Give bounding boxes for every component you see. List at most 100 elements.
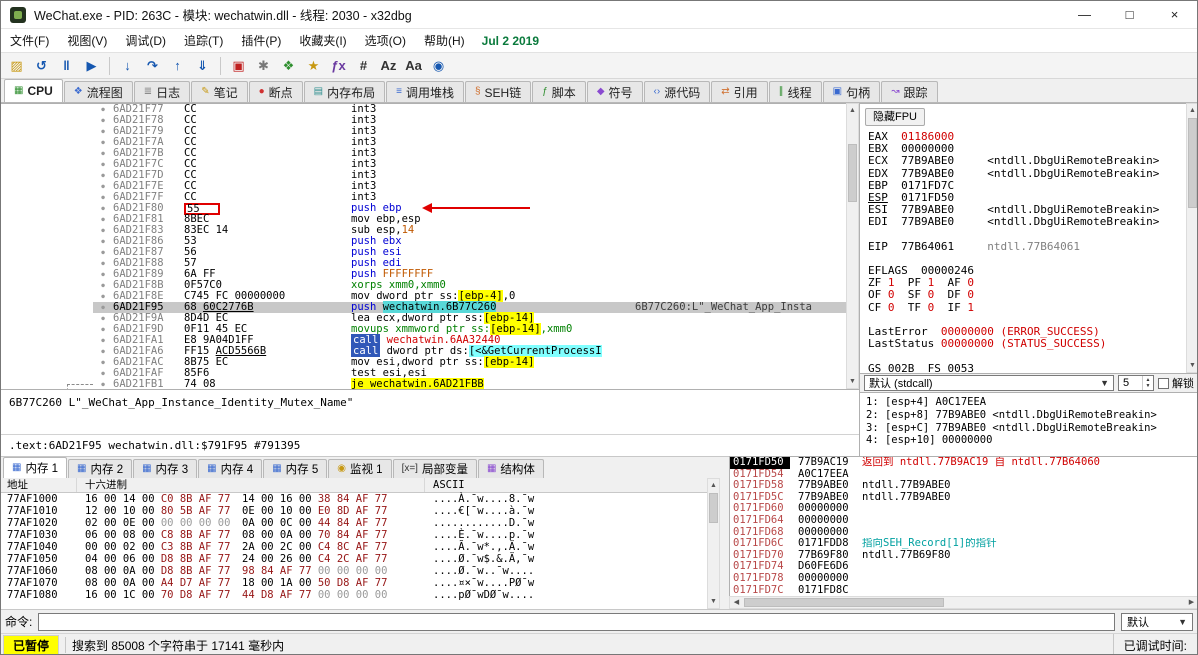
menu-debug[interactable]: 调试(D) xyxy=(116,29,175,52)
breakpoint-dot[interactable]: ● xyxy=(93,313,113,324)
dump-row[interactable]: 77AF1000 16 00 14 00 C0 8B AF 77 14 00 16 … xyxy=(1,493,707,505)
pause-button[interactable]: ‖ xyxy=(55,55,78,77)
command-input[interactable] xyxy=(38,612,1115,631)
dump-header-address[interactable]: 地址 xyxy=(1,478,77,492)
scroll-up-icon[interactable]: ▲ xyxy=(708,479,719,492)
disasm-scrollbar[interactable]: ▲ ▼ xyxy=(846,103,859,389)
breakpoint-dot[interactable]: ● xyxy=(93,181,113,192)
tab-graph[interactable]: ❖ 流程图 xyxy=(63,81,133,102)
scroll-thumb[interactable] xyxy=(744,598,944,607)
stack-row[interactable]: 0171FD64 00000000 xyxy=(730,514,1197,527)
favourites-button[interactable]: ★ xyxy=(302,55,325,77)
breakpoint-dot[interactable]: ● xyxy=(93,335,113,346)
tab-dump-3[interactable]: ▦ 内存 3 xyxy=(133,459,198,478)
dump-row[interactable]: 77AF1010 12 00 10 00 80 5B AF 77 0E 00 10 … xyxy=(1,505,707,517)
scroll-up-icon[interactable]: ▲ xyxy=(847,104,858,117)
tab-dump-5[interactable]: ▦ 内存 5 xyxy=(263,459,328,478)
dump-row[interactable]: 77AF1060 08 00 0A 00 D8 8B AF 77 98 84 AF … xyxy=(1,565,707,577)
scroll-thumb[interactable] xyxy=(1188,118,1197,208)
settings-button[interactable]: ✱ xyxy=(252,55,275,77)
breakpoint-dot[interactable]: ● xyxy=(93,368,113,379)
stack-row[interactable]: 0171FD50 77B9AC19 返回到 ntdll.77B9AC19 自 ntd… xyxy=(730,457,1197,469)
breakpoint-dot[interactable]: ● xyxy=(93,170,113,181)
registers-scrollbar[interactable]: ▲ ▼ xyxy=(1186,103,1197,373)
register-line[interactable]: EDI 77B9ABE0 <ntdll.DbgUiRemoteBreakin> xyxy=(868,216,1159,228)
hide-fpu-button[interactable]: 隐藏FPU xyxy=(865,108,925,126)
step-out-button[interactable]: ↑ xyxy=(166,55,189,77)
menu-options[interactable]: 选项(O) xyxy=(356,29,415,52)
menu-help[interactable]: 帮助(H) xyxy=(415,29,474,52)
scroll-right-icon[interactable]: ▶ xyxy=(1185,597,1197,608)
tab-memmap[interactable]: ▤ 内存布局 xyxy=(303,81,386,102)
scroll-left-icon[interactable]: ◀ xyxy=(730,597,743,608)
script-fx-button[interactable]: ƒx xyxy=(327,55,350,77)
breakpoint-dot[interactable]: ● xyxy=(93,258,113,269)
checkbox-icon[interactable] xyxy=(1158,377,1169,389)
register-line[interactable]: GS 002B FS 0053 xyxy=(868,362,1159,373)
spinner-arrows-icon[interactable]: ▲ ▼ xyxy=(1142,376,1153,390)
tab-dump-4[interactable]: ▦ 内存 4 xyxy=(198,459,263,478)
stack-row[interactable]: 0171FD6C 0171FDD8 指向SEH_Record[1]的指针 xyxy=(730,538,1197,550)
dump-row[interactable]: 77AF1030 06 00 08 00 C8 8B AF 77 08 00 0A … xyxy=(1,529,707,541)
arg-count-spinner[interactable]: 5 ▲ ▼ xyxy=(1118,375,1154,391)
dump-header-ascii[interactable]: ASCII xyxy=(425,478,707,492)
breakpoint-dot[interactable]: ● xyxy=(93,291,113,302)
register-line[interactable]: EIP 77B64061 ntdll.77B64061 xyxy=(868,240,1159,253)
strings-az-button[interactable]: Az xyxy=(377,55,400,77)
memory-browse-button[interactable]: ◉ xyxy=(427,55,450,77)
disasm-address[interactable]: 6AD21FB1 xyxy=(113,379,175,390)
font-button[interactable]: Aa xyxy=(402,55,425,77)
breakpoint-dot[interactable]: ● xyxy=(93,247,113,258)
tab-script[interactable]: ƒ 脚本 xyxy=(532,81,586,102)
stack-row[interactable]: 0171FD7C 0171FD8C xyxy=(730,584,1197,596)
register-line[interactable]: LastStatus 00000000 (STATUS_SUCCESS) xyxy=(868,338,1159,350)
breakpoint-dot[interactable]: ● xyxy=(93,115,113,126)
scroll-down-icon[interactable]: ▼ xyxy=(708,595,719,608)
scylla-button[interactable]: ▣ xyxy=(227,55,250,77)
run-button[interactable]: ▶ xyxy=(80,55,103,77)
calling-convention-select[interactable]: 默认 (stdcall) ▼ xyxy=(864,375,1114,391)
scroll-thumb[interactable] xyxy=(848,144,857,202)
breakpoint-dot[interactable]: ● xyxy=(93,214,113,225)
breakpoint-dot[interactable]: ● xyxy=(93,203,113,214)
register-line[interactable]: CF 0 TF 0 IF 1 xyxy=(868,301,1159,314)
open-file-button[interactable]: ▨ xyxy=(5,55,28,77)
breakpoint-dot[interactable]: ● xyxy=(93,302,113,313)
restart-button[interactable]: ↺ xyxy=(30,55,53,77)
breakpoint-dot[interactable]: ● xyxy=(93,104,113,115)
run-to-user-code-button[interactable]: ⇓ xyxy=(191,55,214,77)
breakpoint-dot[interactable]: ● xyxy=(93,324,113,335)
tab-notes[interactable]: ✎ 笔记 xyxy=(191,81,248,102)
tab-locals[interactable]: [x=] 局部变量 xyxy=(392,459,477,478)
tab-dump-1[interactable]: ▦ 内存 1 xyxy=(3,457,68,478)
tab-dump-2[interactable]: ▦ 内存 2 xyxy=(68,459,133,478)
hash-button[interactable]: # xyxy=(352,55,375,77)
menu-trace[interactable]: 追踪(T) xyxy=(175,29,232,52)
dump-header-hex[interactable]: 十六进制 xyxy=(77,478,425,492)
menu-file[interactable]: 文件(F) xyxy=(1,29,58,52)
argument-row[interactable]: 1: [esp+4] A0C17EEA xyxy=(866,396,1193,409)
dump-row[interactable]: 77AF1040 00 00 02 00 C3 8B AF 77 2A 00 2C … xyxy=(1,541,707,553)
tab-cpu[interactable]: ▦ CPU xyxy=(4,79,63,102)
plugins-button[interactable]: ❖ xyxy=(277,55,300,77)
tab-threads[interactable]: ∥ 线程 xyxy=(768,81,822,102)
breakpoint-dot[interactable]: ● xyxy=(93,379,113,389)
scroll-thumb[interactable] xyxy=(709,493,718,523)
menu-favourites[interactable]: 收藏夹(I) xyxy=(290,29,355,52)
close-button[interactable]: × xyxy=(1152,1,1197,28)
breakpoint-dot[interactable]: ● xyxy=(93,236,113,247)
breakpoint-dot[interactable]: ● xyxy=(93,126,113,137)
tab-trace[interactable]: ↝ 跟踪 xyxy=(881,81,938,102)
stack-row[interactable]: 0171FD78 00000000 xyxy=(730,572,1197,585)
menu-plugins[interactable]: 插件(P) xyxy=(232,29,290,52)
stack-hscrollbar[interactable]: ◀ ▶ xyxy=(729,596,1197,609)
breakpoint-dot[interactable]: ● xyxy=(93,192,113,203)
tab-struct[interactable]: ▦ 结构体 xyxy=(477,459,544,478)
disasm-row[interactable]: ● 6AD21FB1 74 08 je wechatwin.6AD21FBB xyxy=(1,378,846,390)
dump-row[interactable]: 77AF1070 08 00 0A 00 A4 D7 AF 77 18 00 1A … xyxy=(1,577,707,589)
tab-references[interactable]: ⇄ 引用 xyxy=(711,81,768,102)
tab-log[interactable]: ≣ 日志 xyxy=(133,81,191,102)
breakpoint-dot[interactable]: ● xyxy=(93,159,113,170)
maximize-button[interactable]: □ xyxy=(1107,1,1152,28)
command-profile-select[interactable]: 默认 ▼ xyxy=(1121,612,1193,631)
